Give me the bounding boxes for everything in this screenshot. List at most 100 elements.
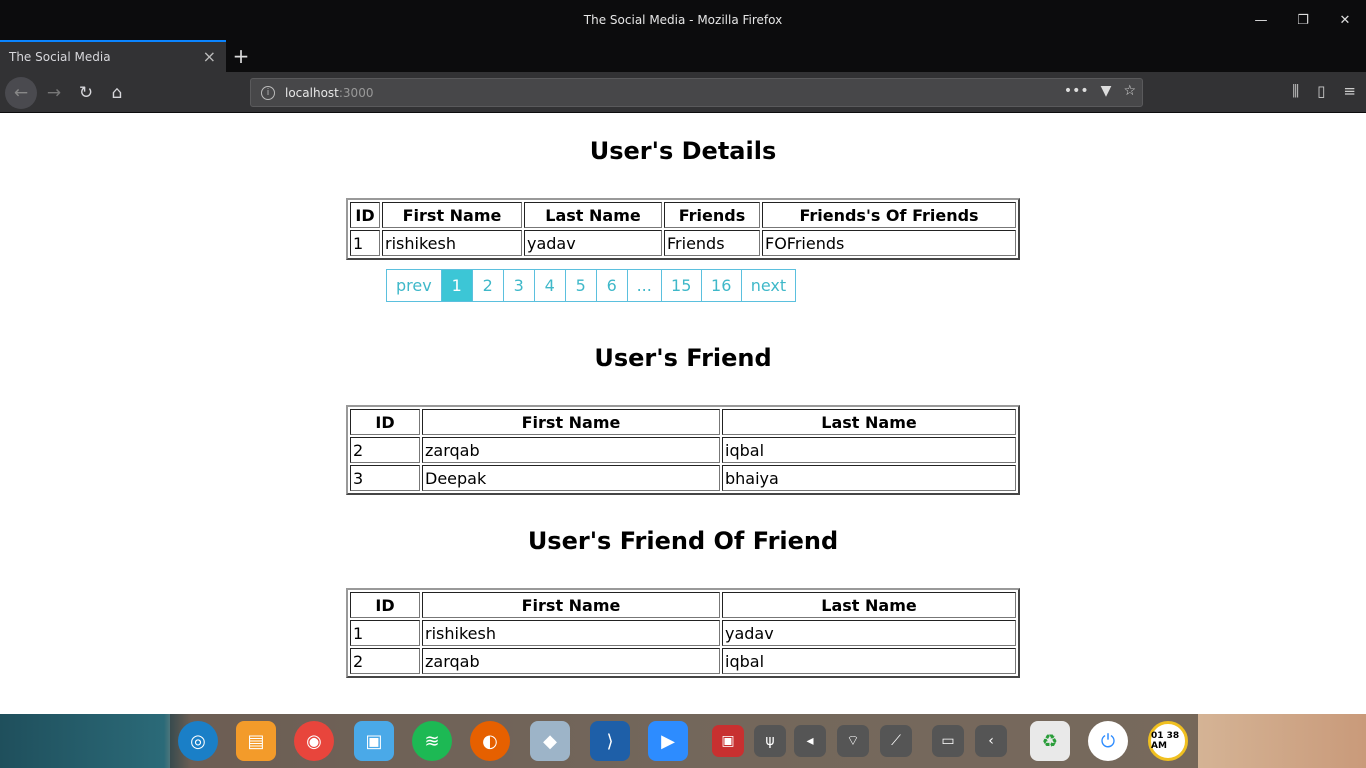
vscode-icon[interactable]: ⟩ xyxy=(590,721,630,761)
table-cell: rishikesh xyxy=(422,620,720,646)
page-link[interactable]: 2 xyxy=(473,270,504,301)
table-cell: 2 xyxy=(350,648,420,674)
friends-table: ID First Name Last Name 2 zarqab iqbal 3… xyxy=(346,405,1020,495)
battery-icon[interactable]: ▭ xyxy=(932,725,964,757)
page-actions-icon[interactable]: ••• xyxy=(1064,83,1089,99)
firefox-icon[interactable]: ◐ xyxy=(470,721,510,761)
bookmark-star-icon[interactable]: ☆ xyxy=(1123,83,1136,99)
column-header: Friends's Of Friends xyxy=(762,202,1016,228)
taskbar: ◎ ▤ ◉ ▣ ≋ ◐ ◆ ⟩ ▶ ▣ ψ ◂ ⌔ ⟋ ▭ ‹ ♻ ⏻ 01 3… xyxy=(0,714,1366,768)
page-link[interactable]: 3 xyxy=(504,270,535,301)
clock-icon[interactable]: 01 38 AM xyxy=(1148,721,1188,761)
clock-text: 01 38 AM xyxy=(1151,731,1180,751)
table-header-row: ID First Name Last Name xyxy=(350,409,1016,435)
deepin-launcher-icon[interactable]: ◎ xyxy=(178,721,218,761)
trash-icon[interactable]: ♻ xyxy=(1030,721,1070,761)
column-header: Last Name xyxy=(722,409,1016,435)
page-ellipsis: ... xyxy=(628,270,662,301)
table-cell: yadav xyxy=(722,620,1016,646)
library-icon[interactable]: ⫼ xyxy=(1292,82,1299,100)
table-cell: 2 xyxy=(350,437,420,463)
pocket-icon[interactable]: ▼ xyxy=(1101,83,1112,99)
column-header: First Name xyxy=(382,202,522,228)
usb-icon[interactable]: ψ xyxy=(754,725,786,757)
back-icon[interactable]: ← xyxy=(5,77,37,109)
sidebar-icon[interactable]: ▯ xyxy=(1317,82,1325,100)
tab-title: The Social Media xyxy=(9,50,111,64)
table-cell: 3 xyxy=(350,465,420,491)
table-row: 3 Deepak bhaiya xyxy=(350,465,1016,491)
table-cell: iqbal xyxy=(722,437,1016,463)
volume-icon[interactable]: ◂ xyxy=(794,725,826,757)
page-link[interactable]: 4 xyxy=(535,270,566,301)
site-info-icon[interactable]: i xyxy=(261,85,275,100)
window-title: The Social Media - Mozilla Firefox xyxy=(583,13,783,27)
table-cell: zarqab xyxy=(422,437,720,463)
page-link[interactable]: 1 xyxy=(441,270,473,301)
fof-table: ID First Name Last Name 1 rishikesh yada… xyxy=(346,588,1020,678)
table-cell: FOFriends xyxy=(762,230,1016,256)
tab-bar: The Social Media × + xyxy=(0,40,1366,72)
forward-icon[interactable]: → xyxy=(40,79,68,107)
column-header: Friends xyxy=(664,202,760,228)
compass-icon[interactable]: ⟋ xyxy=(880,725,912,757)
column-header: ID xyxy=(350,409,420,435)
maximize-icon[interactable]: ❐ xyxy=(1282,0,1324,40)
table-cell: bhaiya xyxy=(722,465,1016,491)
new-tab-icon[interactable]: + xyxy=(228,40,254,72)
zoom-icon[interactable]: ▶ xyxy=(648,721,688,761)
collapse-icon[interactable]: ‹ xyxy=(975,725,1007,757)
screen-record-icon[interactable]: ▣ xyxy=(712,725,744,757)
reload-icon[interactable]: ↻ xyxy=(72,79,100,107)
menu-icon[interactable]: ≡ xyxy=(1343,82,1356,100)
user-details-heading: User's Details xyxy=(589,137,777,165)
table-cell: zarqab xyxy=(422,648,720,674)
home-icon[interactable]: ⌂ xyxy=(103,79,131,107)
minimize-icon[interactable]: — xyxy=(1240,0,1282,40)
table-cell: Deepak xyxy=(422,465,720,491)
browser-tab[interactable]: The Social Media × xyxy=(0,40,226,72)
table-cell: yadav xyxy=(524,230,662,256)
spotify-icon[interactable]: ≋ xyxy=(412,721,452,761)
column-header: First Name xyxy=(422,409,720,435)
user-details-table: ID First Name Last Name Friends Friends'… xyxy=(346,198,1020,260)
close-tab-icon[interactable]: × xyxy=(203,47,216,66)
page-link[interactable]: 6 xyxy=(597,270,628,301)
table-row: 1 rishikesh yadav xyxy=(350,620,1016,646)
close-window-icon[interactable]: ✕ xyxy=(1324,0,1366,40)
table-row: 2 zarqab iqbal xyxy=(350,648,1016,674)
app-store-icon[interactable]: ▤ xyxy=(236,721,276,761)
column-header: ID xyxy=(350,592,420,618)
window-titlebar: The Social Media - Mozilla Firefox — ❐ ✕ xyxy=(0,0,1366,40)
column-header: Last Name xyxy=(722,592,1016,618)
page-link[interactable]: 15 xyxy=(662,270,702,301)
table-header-row: ID First Name Last Name Friends Friends'… xyxy=(350,202,1016,228)
table-cell: 1 xyxy=(350,620,420,646)
friends-heading: User's Friend xyxy=(594,344,772,372)
column-header: Last Name xyxy=(524,202,662,228)
pagination-next[interactable]: next xyxy=(742,270,795,301)
url-host: localhost xyxy=(285,85,339,100)
table-cell: Friends xyxy=(664,230,760,256)
table-cell: rishikesh xyxy=(382,230,522,256)
url-bar[interactable]: i localhost:3000 ••• ▼ ☆ xyxy=(250,78,1143,107)
table-row: 1 rishikesh yadav Friends FOFriends xyxy=(350,230,1016,256)
pagination: prev 1 2 3 4 5 6 ... 15 16 next xyxy=(386,269,797,302)
table-cell: 1 xyxy=(350,230,380,256)
dock: ◎ ▤ ◉ ▣ ≋ ◐ ◆ ⟩ ▶ ▣ ψ ◂ ⌔ ⟋ ▭ ‹ ♻ ⏻ 01 3… xyxy=(170,714,1198,768)
cube-icon[interactable]: ◆ xyxy=(530,721,570,761)
chrome-icon[interactable]: ◉ xyxy=(294,721,334,761)
table-header-row: ID First Name Last Name xyxy=(350,592,1016,618)
pagination-prev[interactable]: prev xyxy=(387,270,442,301)
file-manager-icon[interactable]: ▣ xyxy=(354,721,394,761)
column-header: ID xyxy=(350,202,380,228)
table-cell: iqbal xyxy=(722,648,1016,674)
wifi-icon[interactable]: ⌔ xyxy=(837,725,869,757)
page-link[interactable]: 5 xyxy=(566,270,597,301)
power-icon[interactable]: ⏻ xyxy=(1088,721,1128,761)
page-link[interactable]: 16 xyxy=(702,270,742,301)
navigation-bar: ← → ↻ ⌂ i localhost:3000 ••• ▼ ☆ ⫼ ▯ ≡ xyxy=(0,72,1366,113)
url-port: :3000 xyxy=(338,85,374,100)
fof-heading: User's Friend Of Friend xyxy=(527,527,839,555)
table-row: 2 zarqab iqbal xyxy=(350,437,1016,463)
